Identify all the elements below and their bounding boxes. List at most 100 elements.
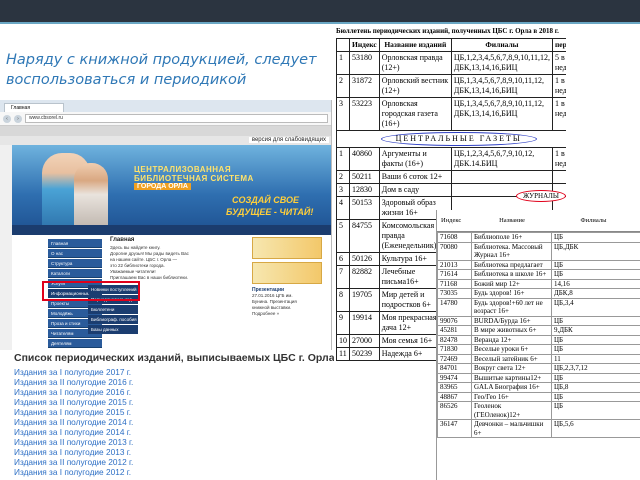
site-menu-item[interactable]: Структура	[48, 259, 102, 268]
journal-cell: Будь здоров! 16+	[471, 288, 552, 299]
bulletin-cell: 2	[336, 170, 350, 184]
periodical-link[interactable]: Издания за I полугодие 2015 г.	[14, 407, 133, 417]
journals-table: 71608 Библиополе 16+ ЦБ 70080 Библиотека. Ма…	[437, 232, 640, 438]
journal-cell: ЦБ	[551, 334, 640, 345]
journal-row: 21013 Библиотека предлагает ЦБ	[437, 259, 640, 270]
journal-cell: 73035	[437, 288, 472, 299]
journal-row: 70080 Библиотека. Массовый Журнал 16+ ЦБ,Д…	[437, 241, 640, 261]
journal-cell: ДБК,8	[551, 288, 640, 299]
browser-tab-strip: Главная	[0, 100, 331, 112]
bulletin-cell: 27000	[349, 334, 380, 348]
site-menu-item[interactable]: Деятелям	[48, 339, 102, 348]
journal-cell: ЦБ	[551, 372, 640, 383]
bulletin-row: 1 40860 Аргументы и факты (16+) ЦБ,1,2,3,4,…	[336, 147, 566, 171]
journal-cell: Библиотека. Массовый Журнал 16+	[471, 241, 552, 261]
journal-cell: В мире животных 6+	[471, 325, 552, 336]
journal-cell: ЦБ	[551, 315, 640, 326]
journal-cell: 82478	[437, 334, 472, 345]
site-submenu-item[interactable]: Библиограф. пособия	[88, 315, 138, 324]
periodical-link[interactable]: Издания за II полугодие 2015 г.	[14, 397, 133, 407]
back-icon[interactable]: ‹	[3, 114, 11, 123]
bulletin-cell: 53180	[349, 51, 380, 75]
journal-row: 48867 Гео/Гео 16+ ЦБ	[437, 391, 640, 402]
journal-cell: 11	[551, 353, 640, 364]
bulletin-cell: Орловская городская газета (16+)	[378, 97, 452, 131]
journals-header: Индекс Название Филиалы	[437, 210, 640, 232]
journal-cell: Веселые уроки 6+	[471, 344, 552, 355]
banner-photo-2	[74, 163, 108, 233]
bulletin-cell: Орловская правда (12+)	[378, 51, 452, 75]
journal-row: 84701 Вокруг света 12+ ЦБ,2,3,7,12	[437, 363, 640, 374]
bulletin-cell	[551, 170, 566, 184]
journals-label: ЖУРНАЛЫ	[516, 190, 566, 202]
bulletin-cell: 6	[336, 252, 350, 266]
bulletin-row: 2 31872 Орловский вестник (12+) ЦБ,1,3,4,5,…	[336, 74, 566, 98]
url-field[interactable]: www.cbsorel.ru	[25, 114, 328, 123]
bulletin-cell: ЦБ,1,2,3,4,5,6,7,8,9,10,11,12, ДБК,13,14…	[450, 51, 553, 75]
periodical-link[interactable]: Издания за I полугодие 2014 г.	[14, 427, 133, 437]
journal-cell: Гео/Гео 16+	[471, 391, 552, 402]
journal-cell: 71614	[437, 269, 472, 280]
journal-cell: 71830	[437, 344, 472, 355]
journal-row: 45281 В мире животных 6+ 9,ДБК	[437, 325, 640, 336]
bulletin-cell: 31872	[349, 74, 380, 98]
site-menu-item[interactable]: Главная	[48, 239, 102, 248]
journal-cell: 71608	[437, 232, 472, 243]
bulletin-cell: 19705	[349, 288, 380, 312]
journal-cell: 71168	[437, 278, 472, 289]
central-newspapers-row: ЦЕНТРАЛЬНЫЕ ГАЗЕТЫ	[335, 130, 566, 148]
central-newspapers-label: ЦЕНТРАЛЬНЫЕ ГАЗЕТЫ	[380, 132, 537, 146]
journal-cell: 45281	[437, 325, 472, 336]
site-menu-item[interactable]: О нас	[48, 249, 102, 258]
periodical-link[interactable]: Издания за I полугодие 2016 г.	[14, 387, 133, 397]
bulletin-cell: 50126	[349, 252, 380, 266]
banner-line-3: ГОРОДА ОРЛА	[134, 183, 191, 190]
journal-cell: 83965	[437, 382, 472, 393]
browser-screenshot: Главная ‹ › www.cbsorel.ru версия для сл…	[0, 100, 332, 350]
library-website: ЦЕНТРАЛИЗОВАННАЯ БИБЛИОТЕЧНАЯ СИСТЕМА ГО…	[12, 145, 331, 350]
catalog-banner[interactable]	[252, 237, 322, 259]
bulletin-cell: 1 в нед.	[551, 147, 566, 171]
banner-strip	[12, 225, 331, 235]
forward-icon[interactable]: ›	[14, 114, 22, 123]
bulletin-cell: 19914	[349, 311, 380, 335]
periodical-link[interactable]: Издания за I полугодие 2017 г.	[14, 367, 133, 377]
journals-header-branches: Филиалы	[580, 217, 607, 224]
site-menu-item[interactable]: Каталоги	[48, 269, 102, 278]
periodical-link[interactable]: Издания за I полугодие 2013 г.	[14, 447, 133, 457]
main-text-line: Приглашаем Вас в наши библиотеки.	[110, 275, 189, 280]
banner-line-1: ЦЕНТРАЛИЗОВАННАЯ	[134, 165, 232, 174]
site-topline: версия для слабовидящих	[0, 136, 331, 145]
bulletin-cell: 11	[336, 347, 350, 361]
visually-impaired-link[interactable]: версия для слабовидящих	[248, 137, 329, 143]
bulletin-cell: 9	[336, 311, 350, 335]
journal-cell: 72469	[437, 353, 472, 364]
site-submenu-item[interactable]: Бюллетени	[88, 305, 138, 314]
periodical-link[interactable]: Издания за I полугодие 2012 г.	[14, 467, 133, 477]
periodical-link[interactable]: Издания за II полугодие 2016 г.	[14, 377, 133, 387]
bulletin-cell: 3	[336, 97, 350, 131]
journal-cell: ЦБ	[551, 232, 640, 243]
periodicals-list: Список периодических изданий, выписываем…	[0, 350, 335, 480]
periodical-link[interactable]: Издания за II полугодие 2012 г.	[14, 457, 133, 467]
bulletin-cell: 53223	[349, 97, 380, 131]
journal-cell: ЦБ,3,4	[551, 297, 640, 317]
news-line[interactable]: Подробнее »	[252, 311, 322, 317]
site-submenu-item[interactable]: Базы данных	[88, 325, 138, 334]
journal-row: 71614 Библиотека в школе 16+ ЦБ	[437, 269, 640, 280]
journals-header-name: Название	[499, 217, 525, 224]
catalog-banner-2[interactable]	[252, 262, 322, 284]
journal-cell: 14,16	[551, 278, 640, 289]
browser-address-bar: ‹ › www.cbsorel.ru	[0, 112, 331, 126]
highlight-box	[42, 281, 140, 301]
periodical-link[interactable]: Издания за II полугодие 2014 г.	[14, 417, 133, 427]
bulletin-cell: 5	[336, 219, 350, 253]
browser-tab[interactable]: Главная	[4, 103, 64, 112]
journal-cell: ЦБ	[551, 401, 640, 420]
bulletin-cell: ЦБ,1,2,3,4,5,6,7,9,10,12, ДБК.14.БИЦ	[450, 147, 553, 171]
journal-cell: 70080	[437, 241, 472, 261]
journal-cell: BURDA/Бурда 16+	[471, 315, 552, 326]
journal-row: 71168 Божий мир 12+ 14,16	[437, 278, 640, 289]
periodical-link[interactable]: Издания за II полугодие 2013 г.	[14, 437, 133, 447]
journal-row: 83965 GALA Биография 16+ ЦБ,8	[437, 382, 640, 393]
